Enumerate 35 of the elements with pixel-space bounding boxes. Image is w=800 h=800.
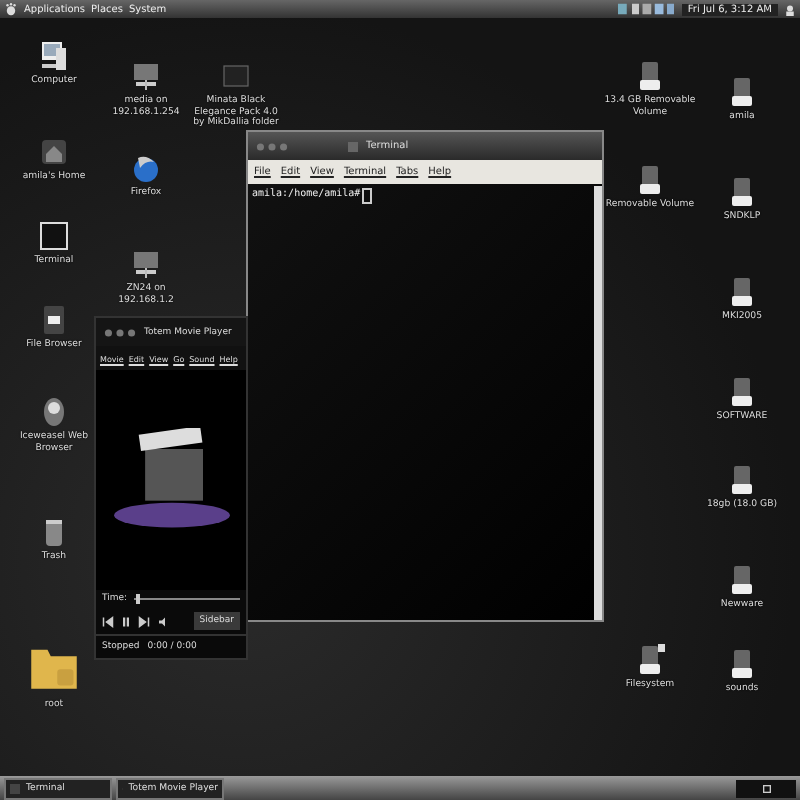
drive-icon[interactable]: [726, 376, 758, 408]
home-icon[interactable]: [38, 136, 70, 168]
seek-handle[interactable]: [135, 593, 140, 604]
drive-icon[interactable]: [634, 60, 666, 92]
text-cursor: [362, 188, 373, 204]
firefox-icon[interactable]: [130, 152, 162, 184]
computer-icon[interactable]: [38, 40, 70, 72]
desktop-icon: [761, 783, 771, 793]
drive-icon[interactable]: [726, 564, 758, 596]
drive-icon[interactable]: [726, 464, 758, 496]
drive-icon[interactable]: [726, 76, 758, 108]
user-icon[interactable]: [784, 3, 796, 15]
drive-icon[interactable]: [726, 276, 758, 308]
browser-icon[interactable]: [38, 396, 70, 428]
lockdrive-icon[interactable]: [634, 644, 666, 676]
terminal-icon: [10, 783, 20, 793]
tray-icons-drawing[interactable]: [615, 2, 676, 16]
terminal-icon[interactable]: [38, 220, 70, 252]
network-icon[interactable]: [130, 60, 162, 92]
next-icon[interactable]: [138, 615, 150, 627]
drive-icon[interactable]: [634, 164, 666, 196]
network-icon[interactable]: [130, 248, 162, 280]
scrollbar[interactable]: [594, 186, 602, 620]
files-icon[interactable]: [38, 304, 70, 336]
drive-icon[interactable]: [726, 176, 758, 208]
terminal-icon: [348, 141, 358, 151]
previous-icon[interactable]: [102, 615, 114, 627]
window-buttons-icon[interactable]: [256, 141, 288, 151]
workspace-switcher[interactable]: [736, 779, 796, 797]
pause-icon[interactable]: [120, 615, 132, 627]
foot-logo-icon[interactable]: [4, 2, 18, 16]
window-buttons-icon[interactable]: [104, 327, 136, 337]
drive-icon[interactable]: [726, 648, 758, 680]
clapperboard-drawing: [109, 428, 233, 532]
volume-icon[interactable]: [156, 615, 168, 627]
